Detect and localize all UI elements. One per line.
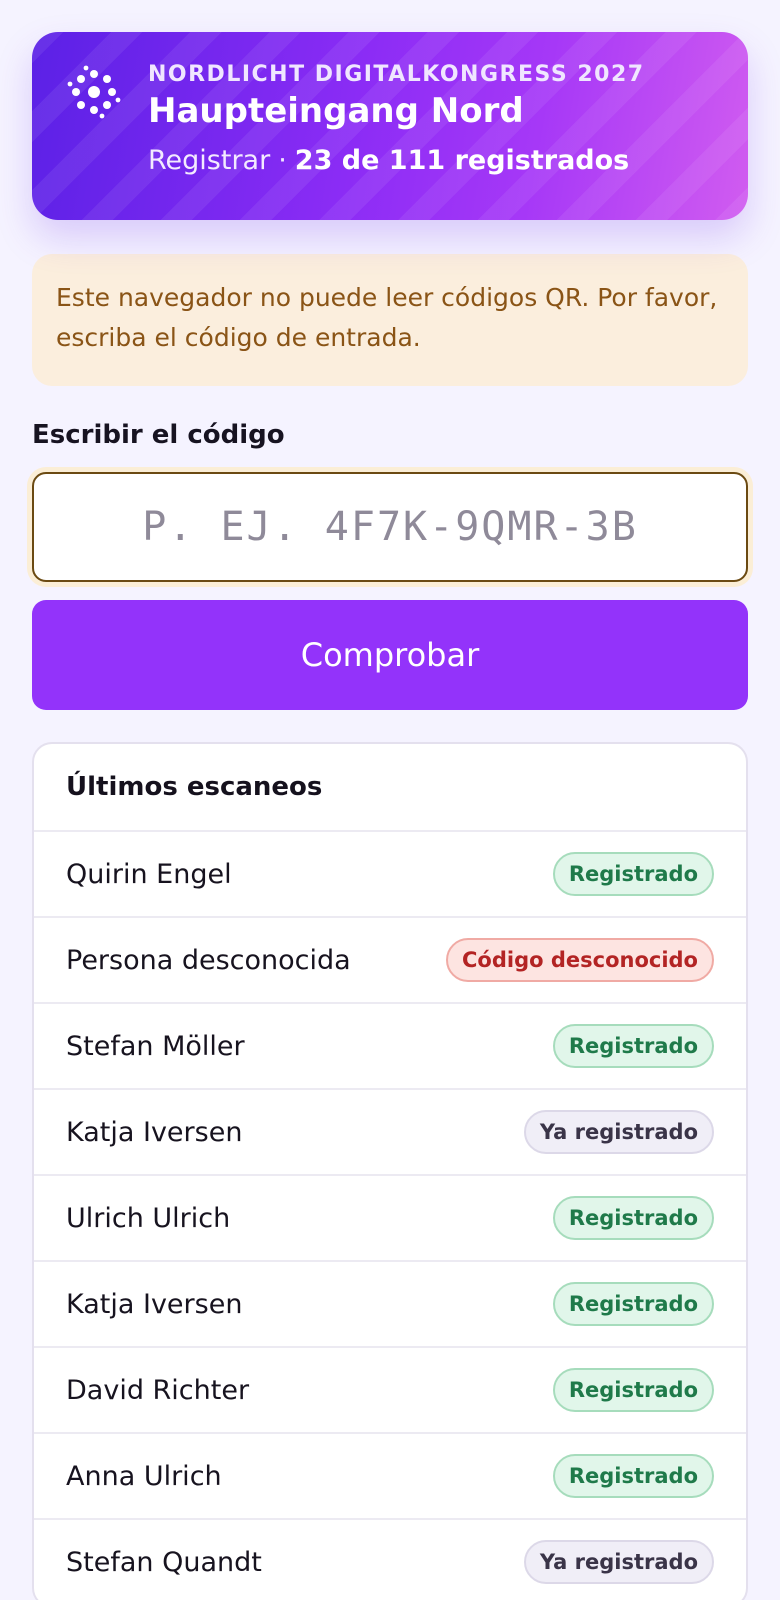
attendee-name: Katja Iversen <box>66 1288 243 1320</box>
scan-row: Anna Ulrich Registrado <box>34 1434 746 1520</box>
sparkle-dots-icon <box>67 65 121 119</box>
scan-row: Ulrich Ulrich Registrado <box>34 1176 746 1262</box>
attendee-name: Stefan Möller <box>66 1030 245 1062</box>
attendee-name: Quirin Engel <box>66 858 232 890</box>
checkin-screen: NORDLICHT DIGITALKONGRESS 2027 Haupteing… <box>32 32 748 1600</box>
code-input-label: Escribir el código <box>32 420 285 450</box>
status-badge: Registrado <box>552 852 714 896</box>
header-text: NORDLICHT DIGITALKONGRESS 2027 Haupteing… <box>148 62 728 176</box>
status-badge: Código desconocido <box>446 938 714 982</box>
attendee-name: Katja Iversen <box>66 1116 243 1148</box>
recent-scans-panel: Últimos escaneos Quirin Engel Registrado… <box>32 742 748 1600</box>
qr-unsupported-warning: Este navegador no puede leer códigos QR.… <box>32 254 748 386</box>
mode-label: Registrar <box>148 145 271 176</box>
check-button[interactable]: Comprobar <box>32 600 748 710</box>
scan-row: Stefan Möller Registrado <box>34 1004 746 1090</box>
event-header: NORDLICHT DIGITALKONGRESS 2027 Haupteing… <box>32 32 748 220</box>
attendee-name: Persona desconocida <box>66 944 351 976</box>
status-badge: Registrado <box>552 1196 714 1240</box>
status-badge: Ya registrado <box>523 1110 714 1154</box>
status-badge: Registrado <box>552 1282 714 1326</box>
separator: · <box>278 145 287 176</box>
recent-scans-title: Últimos escaneos <box>34 744 746 832</box>
scan-row: Katja Iversen Ya registrado <box>34 1090 746 1176</box>
scan-row: David Richter Registrado <box>34 1348 746 1434</box>
attendee-name: David Richter <box>66 1374 250 1406</box>
attendee-name: Anna Ulrich <box>66 1460 222 1492</box>
status-badge: Registrado <box>552 1368 714 1412</box>
scan-row: Persona desconocida Código desconocido <box>34 918 746 1004</box>
status-badge: Ya registrado <box>523 1540 714 1584</box>
entrance-title: Haupteingang Nord <box>148 91 524 131</box>
status-badge: Registrado <box>552 1454 714 1498</box>
attendee-name: Ulrich Ulrich <box>66 1202 231 1234</box>
attendee-name: Stefan Quandt <box>66 1546 262 1578</box>
ticket-code-input[interactable] <box>32 472 748 582</box>
status-badge: Registrado <box>552 1024 714 1068</box>
registration-count: 23 de 111 registrados <box>294 145 630 176</box>
header-subtitle: Registrar · 23 de 111 registrados <box>148 145 728 176</box>
event-name: NORDLICHT DIGITALKONGRESS 2027 <box>148 62 645 87</box>
scan-row: Quirin Engel Registrado <box>34 832 746 918</box>
scan-row: Stefan Quandt Ya registrado <box>34 1520 746 1600</box>
scan-row: Katja Iversen Registrado <box>34 1262 746 1348</box>
recent-scans-list: Quirin Engel Registrado Persona desconoc… <box>34 832 746 1600</box>
